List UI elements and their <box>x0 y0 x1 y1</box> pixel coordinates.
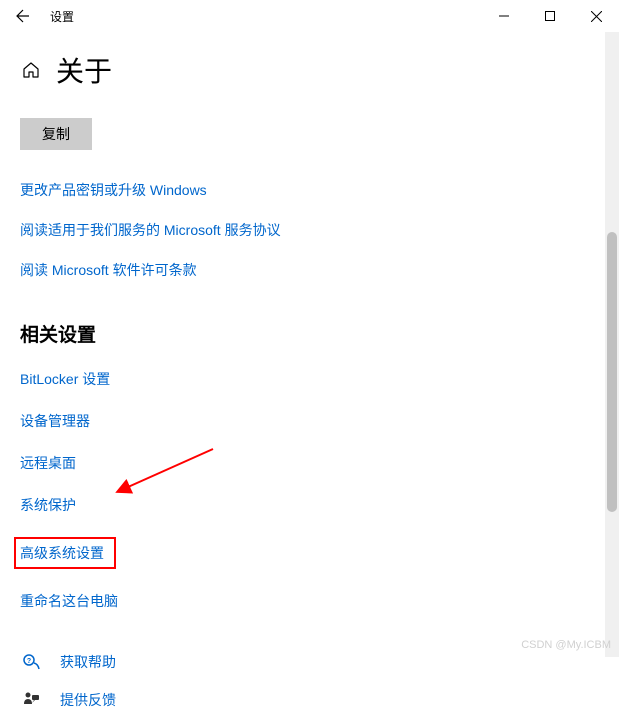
svg-text:?: ? <box>27 658 31 665</box>
page-title: 关于 <box>56 50 112 90</box>
scrollbar-thumb[interactable] <box>607 232 617 512</box>
related-settings-list: BitLocker 设置 设备管理器 远程桌面 系统保护 高级系统设置 重命名这… <box>20 369 599 611</box>
page-header: 关于 <box>20 50 599 90</box>
content-area: 关于 复制 更改产品密钥或升级 Windows 阅读适用于我们服务的 Micro… <box>0 32 619 711</box>
footer-help-label: 获取帮助 <box>60 652 116 672</box>
main-links: 更改产品密钥或升级 Windows 阅读适用于我们服务的 Microsoft 服… <box>20 180 599 280</box>
link-change-product-key[interactable]: 更改产品密钥或升级 Windows <box>20 180 599 200</box>
back-arrow-icon <box>15 8 31 24</box>
scrollbar[interactable] <box>605 32 619 657</box>
link-bitlocker[interactable]: BitLocker 设置 <box>20 369 110 389</box>
window-controls <box>481 0 619 32</box>
footer-help[interactable]: ? 获取帮助 <box>20 651 599 673</box>
footer-feedback-label: 提供反馈 <box>60 690 116 710</box>
help-icon: ? <box>20 651 42 673</box>
minimize-icon <box>499 11 509 21</box>
link-device-manager[interactable]: 设备管理器 <box>20 411 90 431</box>
close-icon <box>591 11 602 22</box>
link-advanced-system-settings[interactable]: 高级系统设置 <box>20 543 104 563</box>
footer-feedback[interactable]: 提供反馈 <box>20 689 599 711</box>
related-settings-title: 相关设置 <box>20 320 599 347</box>
feedback-icon <box>20 689 42 711</box>
minimize-button[interactable] <box>481 0 527 32</box>
link-license-terms[interactable]: 阅读 Microsoft 软件许可条款 <box>20 260 599 280</box>
maximize-icon <box>545 11 555 21</box>
footer-links: ? 获取帮助 提供反馈 <box>20 651 599 711</box>
watermark: CSDN @My.ICBM <box>521 639 611 651</box>
copy-button[interactable]: 复制 <box>20 118 92 150</box>
link-remote-desktop[interactable]: 远程桌面 <box>20 453 76 473</box>
highlight-advanced-system: 高级系统设置 <box>14 537 116 569</box>
back-button[interactable] <box>8 0 38 32</box>
link-service-agreement[interactable]: 阅读适用于我们服务的 Microsoft 服务协议 <box>20 220 599 240</box>
app-title: 设置 <box>50 8 74 25</box>
titlebar: 设置 <box>0 0 619 32</box>
home-icon[interactable] <box>20 61 42 79</box>
maximize-button[interactable] <box>527 0 573 32</box>
link-rename-pc[interactable]: 重命名这台电脑 <box>20 591 118 611</box>
link-system-protection[interactable]: 系统保护 <box>20 495 76 515</box>
close-button[interactable] <box>573 0 619 32</box>
